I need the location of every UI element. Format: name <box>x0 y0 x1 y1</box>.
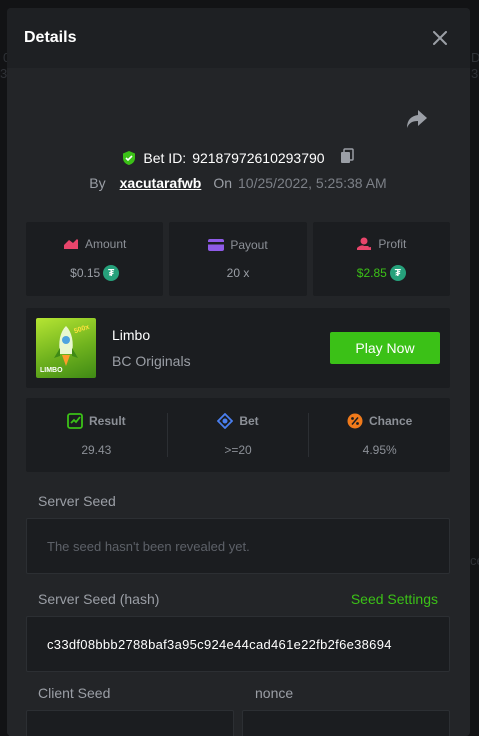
game-card: 500x LIMBO Limbo BC Originals Play Now <box>26 308 450 388</box>
amount-icon <box>63 239 78 249</box>
bet-target-icon <box>217 413 234 429</box>
game-thumbnail[interactable]: 500x LIMBO <box>36 318 96 378</box>
stat-label: Payout <box>230 238 268 252</box>
payout-card-icon <box>208 239 225 251</box>
background-text: D <box>471 50 479 65</box>
server-seed-label: Server Seed <box>38 493 116 509</box>
result-card: Result 29.43 Bet >=20 Chance 4.95% <box>26 398 450 472</box>
bet-stats: Amount $0.15 ₮ Payout 20 x Profit $2.85 … <box>26 222 450 296</box>
verified-shield-icon <box>123 150 136 165</box>
play-now-button[interactable]: Play Now <box>330 332 440 364</box>
modal-header: Details <box>7 8 470 68</box>
result-chart-icon <box>67 413 83 429</box>
background-text: 3 <box>471 66 479 81</box>
bet-value: >=20 <box>224 443 252 457</box>
result-label: Result <box>88 414 126 428</box>
bet-date: 10/25/2022, 5:25:38 AM <box>238 175 387 191</box>
result-value: 29.43 <box>81 443 112 457</box>
background-text: ce <box>470 553 479 568</box>
stat-value: $0.15 <box>70 266 101 280</box>
game-name: Limbo <box>112 327 151 343</box>
stat-value: $2.85 <box>356 266 387 280</box>
stat-value: 20 x <box>226 266 250 280</box>
username-link[interactable]: xacutarafwb <box>120 175 202 191</box>
chance-percent-icon <box>347 413 363 429</box>
stat-label: Amount <box>84 237 127 251</box>
copy-button[interactable] <box>339 148 355 167</box>
nonce-field[interactable] <box>242 710 450 736</box>
thumbnail-title: LIMBO <box>40 367 63 374</box>
stat-payout: Payout 20 x <box>169 222 307 296</box>
modal-content: Bet ID: 92187972610293790 By xacutarafwb… <box>26 68 450 736</box>
on-label: On <box>213 175 233 191</box>
profit-icon <box>357 237 372 250</box>
server-seed-field[interactable]: The seed hasn't been revealed yet. <box>26 518 450 574</box>
result-column: Result 29.43 <box>26 413 167 457</box>
share-icon <box>407 110 427 128</box>
client-seed-field[interactable] <box>26 710 234 736</box>
server-seed-hash-label: Server Seed (hash) <box>38 591 160 607</box>
share-button[interactable] <box>406 109 430 133</box>
close-button[interactable] <box>428 26 452 50</box>
client-seed-label: Client Seed <box>38 685 111 701</box>
copy-icon <box>340 148 354 163</box>
chance-column: Chance 4.95% <box>308 413 450 457</box>
game-provider: BC Originals <box>112 353 191 369</box>
chance-value: 4.95% <box>362 443 397 457</box>
chance-label: Chance <box>369 414 413 428</box>
tether-icon: ₮ <box>389 265 406 281</box>
bet-label: Bet <box>239 414 259 428</box>
tether-icon: ₮ <box>103 265 120 281</box>
bet-owner-row: By xacutarafwb On 10/25/2022, 5:25:38 AM <box>26 175 450 191</box>
modal-title: Details <box>24 29 77 46</box>
stat-label: Profit <box>378 237 407 251</box>
by-label: By <box>89 175 106 191</box>
bet-id-label: Bet ID: <box>143 149 187 166</box>
bet-details-modal: Details Bet ID: 92187972610293790 By xac… <box>7 8 470 736</box>
bet-id-row: Bet ID: 92187972610293790 <box>26 148 450 167</box>
bet-id-value: 92187972610293790 <box>192 149 325 166</box>
stat-amount: Amount $0.15 ₮ <box>26 222 164 296</box>
stat-profit: Profit $2.85 ₮ <box>312 222 450 296</box>
close-icon <box>433 31 447 45</box>
seed-settings-link[interactable]: Seed Settings <box>351 591 438 607</box>
server-seed-hash-field[interactable]: c33df08bbb2788baf3a95c924e44cad461e22fb2… <box>26 616 450 672</box>
nonce-label: nonce <box>255 685 294 701</box>
bet-column: Bet >=20 <box>166 413 309 457</box>
